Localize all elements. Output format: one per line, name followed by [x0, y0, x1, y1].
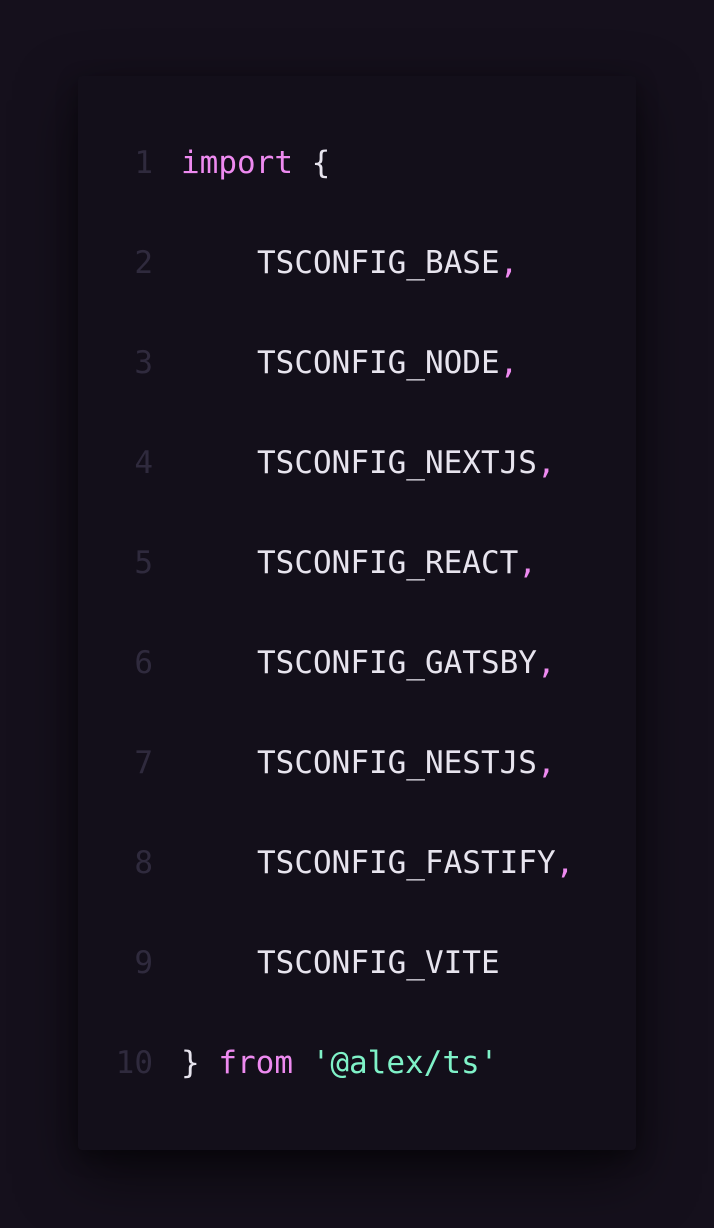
module-string: '@alex/ts': [311, 1045, 499, 1081]
identifier: TSCONFIG_GATSBY: [257, 645, 537, 681]
line-number: 2: [134, 245, 153, 281]
comma: ,: [536, 645, 556, 681]
code-line-7: 7 TSCONFIG_NESTJS,: [78, 738, 636, 788]
code-content: TSCONFIG_BASE,: [181, 245, 518, 281]
line-number: 1: [134, 145, 153, 181]
code-line-8: 8 TSCONFIG_FASTIFY,: [78, 838, 636, 888]
open-brace: {: [311, 145, 331, 181]
code-content: } from '@alex/ts': [181, 1045, 498, 1081]
code-line-2: 2 TSCONFIG_BASE,: [78, 238, 636, 288]
code-content: TSCONFIG_NEXTJS,: [181, 445, 556, 481]
comma: ,: [499, 345, 519, 381]
code-content: TSCONFIG_FASTIFY,: [181, 845, 574, 881]
code-content: TSCONFIG_VITE: [181, 945, 500, 981]
code-line-5: 5 TSCONFIG_REACT,: [78, 538, 636, 588]
comma: ,: [499, 245, 519, 281]
comma: ,: [555, 845, 575, 881]
line-number: 7: [134, 745, 153, 781]
identifier: TSCONFIG_NODE: [257, 345, 500, 381]
identifier: TSCONFIG_BASE: [257, 245, 500, 281]
line-number: 5: [134, 545, 153, 581]
close-brace: }: [181, 1045, 200, 1081]
comma: ,: [536, 745, 556, 781]
code-line-1: 1 import {: [78, 138, 636, 188]
code-content: TSCONFIG_GATSBY,: [181, 645, 556, 681]
identifier: TSCONFIG_NESTJS: [257, 745, 537, 781]
code-window: 1 import { 2 TSCONFIG_BASE, 3 TSCONFIG_N…: [78, 76, 636, 1150]
identifier: TSCONFIG_VITE: [257, 945, 500, 981]
line-number: 10: [115, 1045, 153, 1081]
code-content: TSCONFIG_REACT,: [181, 545, 537, 581]
line-number: 6: [134, 645, 153, 681]
line-number: 8: [134, 845, 153, 881]
keyword-import: import: [181, 145, 293, 181]
keyword-from: from: [218, 1045, 293, 1081]
identifier: TSCONFIG_NEXTJS: [257, 445, 537, 481]
code-content: import {: [181, 145, 330, 181]
comma: ,: [536, 445, 556, 481]
line-number: 9: [134, 945, 153, 981]
identifier: TSCONFIG_FASTIFY: [257, 845, 556, 881]
code-content: TSCONFIG_NESTJS,: [181, 745, 556, 781]
line-number: 3: [134, 345, 153, 381]
code-line-9: 9 TSCONFIG_VITE: [78, 938, 636, 988]
code-line-6: 6 TSCONFIG_GATSBY,: [78, 638, 636, 688]
comma: ,: [518, 545, 537, 581]
code-content: TSCONFIG_NODE,: [181, 345, 518, 381]
code-line-3: 3 TSCONFIG_NODE,: [78, 338, 636, 388]
code-line-10: 10 } from '@alex/ts': [78, 1038, 636, 1088]
line-number: 4: [134, 445, 153, 481]
code-line-4: 4 TSCONFIG_NEXTJS,: [78, 438, 636, 488]
identifier: TSCONFIG_REACT: [257, 545, 519, 581]
